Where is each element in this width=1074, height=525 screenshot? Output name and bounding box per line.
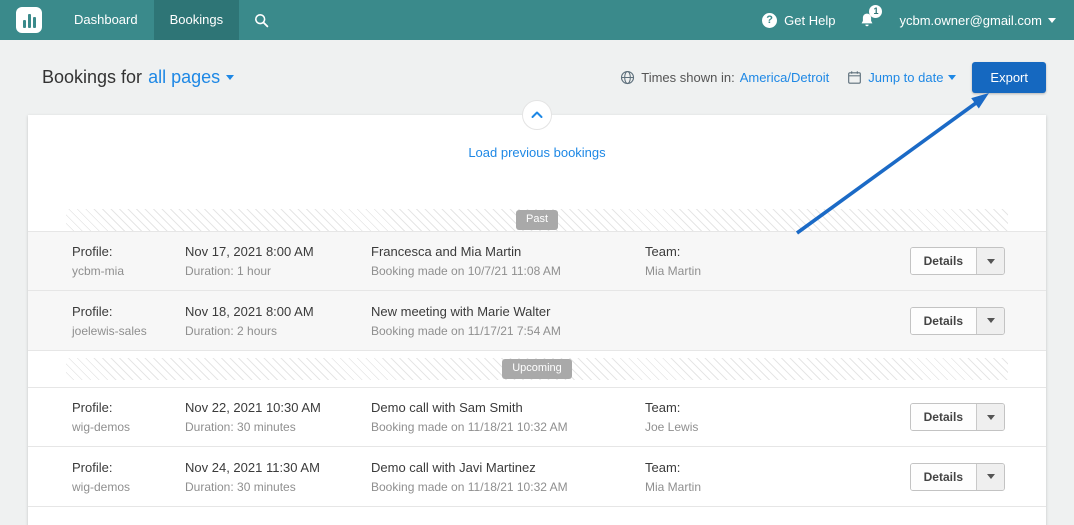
jump-to-date-dropdown[interactable]: Jump to date (868, 70, 957, 85)
title-column: Francesca and Mia Martin Booking made on… (371, 244, 645, 278)
nav-bookings[interactable]: Bookings (153, 0, 240, 40)
booking-row: Profile: ycbm-mia Nov 17, 2021 8:00 AM D… (28, 231, 1046, 291)
chevron-down-icon (986, 474, 995, 479)
team-value: Joe Lewis (645, 420, 699, 434)
booking-made: Booking made on 10/7/21 11:08 AM (371, 264, 561, 278)
chevron-down-icon (226, 75, 235, 80)
chevron-down-icon (986, 318, 995, 323)
team-column: Team: Mia Martin (645, 244, 910, 278)
chevron-down-icon (986, 258, 995, 264)
chevron-down-icon (948, 75, 957, 80)
booking-datetime: Nov 24, 2021 11:30 AM (185, 459, 320, 475)
details-split-button: Details (909, 306, 1005, 335)
profile-label: Profile: (72, 303, 113, 319)
details-dropdown-toggle[interactable] (976, 463, 1004, 490)
team-label: Team: (645, 244, 681, 259)
details-split-button: Details (909, 247, 1005, 275)
booking-row: Profile: wig-demos Nov 24, 2021 11:30 AM… (28, 447, 1046, 507)
booking-duration: Duration: 30 minutes (185, 420, 296, 434)
title-column: Demo call with Sam Smith Booking made on… (371, 400, 645, 434)
details-button[interactable]: Details (910, 404, 976, 430)
team-label: Team: (645, 400, 681, 415)
collapse-chevron-up-icon[interactable] (522, 100, 552, 130)
team-value: Mia Martin (645, 264, 702, 278)
profile-column: Profile: ycbm-mia (72, 244, 185, 278)
profile-value: wig-demos (72, 479, 131, 494)
profile-column: Profile: joelewis-sales (72, 304, 185, 338)
export-button[interactable]: Export (972, 62, 1046, 93)
date-column: Nov 18, 2021 8:00 AM Duration: 2 hours (185, 304, 371, 338)
profile-label: Profile: (72, 400, 113, 415)
user-account-menu[interactable]: ycbm.owner@gmail.com (899, 13, 1056, 28)
logo-bar (32, 17, 36, 28)
title-column: New meeting with Marie Walter Booking ma… (371, 304, 645, 338)
section-divider-past: Past (66, 209, 1008, 231)
details-split-button: Details (909, 462, 1005, 491)
page-title: Bookings for all pages (42, 67, 235, 88)
nav-dashboard[interactable]: Dashboard (58, 0, 154, 40)
details-button[interactable]: Details (910, 248, 976, 274)
booking-datetime: Nov 18, 2021 8:00 AM (185, 303, 314, 319)
globe-icon (620, 70, 635, 85)
booking-duration: Duration: 1 hour (185, 264, 272, 278)
bookings-list-card: Load previous bookings Past Profile: ycb… (28, 100, 1046, 525)
section-badge: Upcoming (502, 359, 572, 379)
details-dropdown-toggle[interactable] (976, 248, 1004, 274)
booking-row: Profile: wig-demos Nov 22, 2021 10:30 AM… (28, 387, 1046, 447)
timezone-link[interactable]: America/Detroit (740, 70, 830, 85)
booking-row: Profile: joelewis-sales Nov 18, 2021 8:0… (28, 291, 1046, 351)
booking-duration: Duration: 30 minutes (185, 479, 296, 494)
details-dropdown-toggle[interactable] (976, 307, 1004, 334)
user-email: ycbm.owner@gmail.com (899, 12, 1042, 28)
times-shown-label: Times shown in: (641, 70, 735, 85)
help-icon: ? (762, 12, 778, 28)
top-navbar: Dashboard Bookings ? Get Help 1 ycbm.own… (0, 0, 1074, 40)
booking-title: Francesca and Mia Martin (371, 244, 522, 259)
date-column: Nov 24, 2021 11:30 AM Duration: 30 minut… (185, 460, 371, 494)
profile-column: Profile: wig-demos (72, 400, 185, 434)
search-icon[interactable] (239, 0, 284, 40)
team-label: Team: (645, 459, 681, 475)
date-column: Nov 17, 2021 8:00 AM Duration: 1 hour (185, 244, 371, 278)
details-split-button: Details (909, 403, 1005, 431)
team-value: Mia Martin (645, 479, 702, 494)
booking-duration: Duration: 2 hours (185, 323, 278, 338)
profile-label: Profile: (72, 244, 113, 259)
booking-datetime: Nov 22, 2021 10:30 AM (185, 400, 321, 415)
booking-made: Booking made on 11/18/21 10:32 AM (371, 420, 568, 434)
get-help-label: Get Help (784, 12, 836, 28)
chevron-down-icon (986, 414, 995, 420)
details-button[interactable]: Details (910, 463, 976, 490)
chevron-down-icon (1048, 17, 1056, 23)
booking-made: Booking made on 11/18/21 10:32 AM (371, 479, 568, 494)
profile-value: ycbm-mia (72, 264, 125, 278)
title-column: Demo call with Javi Martinez Booking mad… (371, 460, 645, 494)
team-column: Team: Mia Martin (645, 460, 910, 494)
booking-title: Demo call with Sam Smith (371, 400, 523, 415)
profile-column: Profile: wig-demos (72, 460, 185, 494)
date-column: Nov 22, 2021 10:30 AM Duration: 30 minut… (185, 400, 371, 434)
notification-badge: 1 (869, 4, 883, 18)
logo-bar (22, 20, 26, 28)
logo-bar (27, 14, 31, 28)
details-button[interactable]: Details (910, 307, 976, 334)
notifications-bell-icon[interactable]: 1 (859, 4, 883, 29)
page-filter-dropdown[interactable]: all pages (148, 67, 235, 88)
profile-value: wig-demos (72, 420, 131, 434)
profile-value: joelewis-sales (72, 323, 147, 338)
team-column: Team: Joe Lewis (645, 400, 910, 434)
booking-title: Demo call with Javi Martinez (371, 459, 536, 475)
booking-title: New meeting with Marie Walter (371, 303, 551, 319)
section-badge: Past (515, 210, 558, 230)
booking-made: Booking made on 11/17/21 7:54 AM (371, 323, 561, 338)
section-divider-upcoming: Upcoming (66, 358, 1008, 380)
booking-datetime: Nov 17, 2021 8:00 AM (185, 244, 314, 259)
get-help-button[interactable]: ? Get Help (762, 12, 836, 28)
load-previous-bookings-link[interactable]: Load previous bookings (468, 145, 605, 160)
calendar-icon (847, 70, 862, 85)
ycbm-logo[interactable] (16, 7, 42, 33)
profile-label: Profile: (72, 459, 113, 475)
details-dropdown-toggle[interactable] (976, 404, 1004, 430)
page-title-text: Bookings for (42, 67, 143, 87)
